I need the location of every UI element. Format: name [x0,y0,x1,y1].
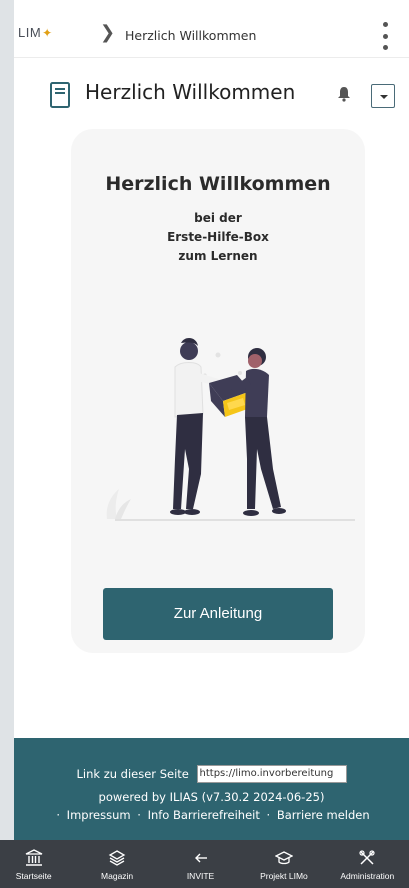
footer-link-impressum[interactable]: Impressum [67,808,131,822]
nav-label: Startseite [15,871,52,881]
separator: · [266,808,271,822]
app-frame: LIM✦ ❯ Herzlich Willkommen Herzlich Will… [14,0,409,888]
tools-icon [359,850,375,865]
card-subtitle-line: Erste-Hilfe-Box [167,230,269,244]
arrow-left-icon [194,853,207,863]
permalink-row: Link zu dieser Seite https://limo.invorb… [14,765,409,783]
title-row: Herzlich Willkommen [14,72,409,116]
footer-link-accessibility-info[interactable]: Info Barrierefreiheit [148,808,260,822]
logo-text: LIM [18,25,42,40]
page-title: Herzlich Willkommen [85,80,296,104]
document-icon [50,82,70,108]
top-bar: LIM✦ ❯ Herzlich Willkommen [14,10,409,58]
nav-item-magazin[interactable]: Magazin [75,840,158,888]
bank-icon [25,849,42,866]
separator: · [137,808,141,822]
people-handing-box-illustration [106,337,355,521]
card-subtitle-line: zum Lernen [178,249,258,263]
instructions-button[interactable]: Zur Anleitung [103,588,333,640]
nav-item-projekt-limo[interactable]: Projekt LIMo [242,840,325,888]
nav-label: Projekt LIMo [260,871,308,881]
card-heading: Herzlich Willkommen [105,173,331,195]
breadcrumb[interactable]: Herzlich Willkommen [125,28,256,43]
nav-label: Administration [340,871,395,881]
footer-link-report-barrier[interactable]: Barriere melden [277,808,370,822]
card-subtitle: bei der Erste-Hilfe-Box zum Lernen [71,209,365,266]
nav-label: Magazin [101,871,134,881]
graduation-cap-icon [274,851,293,865]
vertical-ellipsis-icon[interactable] [381,22,389,50]
footer-links: · Impressum · Info Barrierefreiheit · Ba… [14,808,409,822]
permalink-label: Link zu dieser Seite [76,767,189,781]
nav-item-administration[interactable]: Administration [326,840,409,888]
bell-icon[interactable] [337,86,351,102]
logo-mark-icon: ✦ [42,26,53,40]
actions-dropdown-button[interactable] [371,84,395,108]
card-subtitle-line: bei der [194,211,242,225]
breadcrumb-chevron-icon: ❯ [100,22,116,43]
bottom-nav: Startseite Magazin INVITE Projekt LIMo A… [0,840,409,888]
layers-icon [108,850,126,866]
permalink-field[interactable]: https://limo.invorbereitung [196,765,347,783]
separator: · [56,808,61,822]
nav-item-startseite[interactable]: Startseite [0,840,75,888]
nav-item-invite[interactable]: INVITE [159,840,242,888]
logo[interactable]: LIM✦ [18,25,53,40]
welcome-card: Herzlich Willkommen bei der Erste-Hilfe-… [71,129,365,653]
nav-label: INVITE [186,871,215,881]
powered-by-text: powered by ILIAS (v7.30.2 2024-06-25) [98,790,325,804]
footer: Link zu dieser Seite https://limo.invorb… [14,738,409,840]
